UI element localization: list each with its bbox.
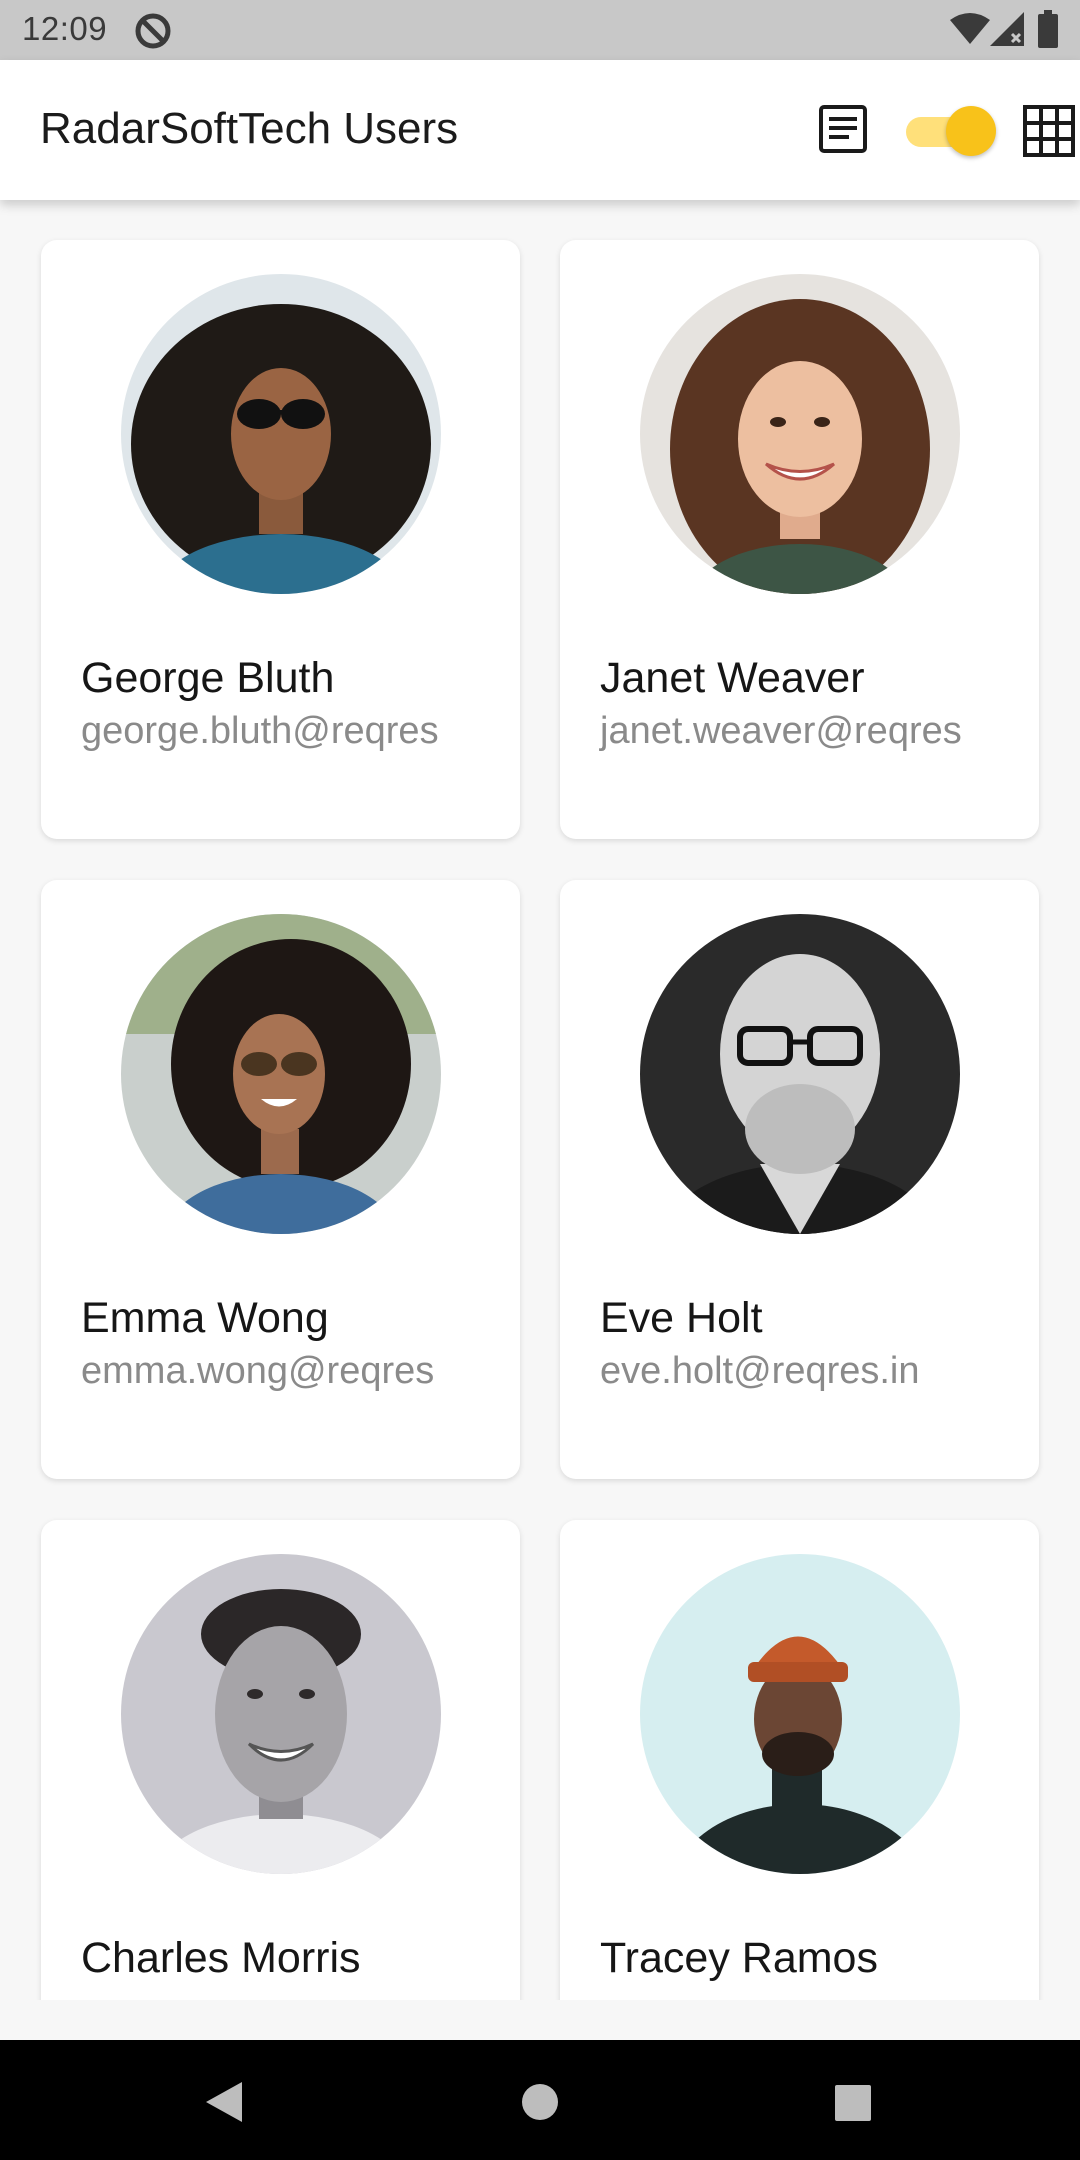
home-icon[interactable] <box>520 2082 560 2122</box>
list-view-icon[interactable] <box>818 104 868 154</box>
user-card[interactable]: Charles Morris <box>41 1520 520 2000</box>
user-email: eve.holt@reqres.in <box>600 1350 920 1392</box>
user-name: Charles Morris <box>81 1934 361 1982</box>
navigation-bar <box>0 2040 1080 2160</box>
user-avatar <box>121 274 441 594</box>
user-name: Eve Holt <box>600 1294 763 1342</box>
recents-icon[interactable] <box>834 2084 872 2122</box>
user-card[interactable]: Eve Holt eve.holt@reqres.in <box>560 880 1039 1479</box>
user-name: Tracey Ramos <box>600 1934 878 1982</box>
user-avatar <box>121 1554 441 1874</box>
signal-icon <box>990 12 1024 46</box>
back-icon[interactable] <box>204 2080 244 2124</box>
user-name: George Bluth <box>81 654 335 702</box>
user-card[interactable]: Tracey Ramos <box>560 1520 1039 2000</box>
user-avatar <box>640 914 960 1234</box>
user-email: janet.weaver@reqres <box>600 710 962 752</box>
app-title: RadarSoftTech Users <box>40 104 459 153</box>
status-bar: 12:09 <box>0 0 1080 60</box>
user-email: george.bluth@reqres <box>81 710 439 752</box>
app-bar: RadarSoftTech Users <box>0 60 1080 200</box>
grid-view-icon[interactable] <box>1022 104 1076 158</box>
toggle-thumb <box>946 106 996 156</box>
user-name: Janet Weaver <box>600 654 865 702</box>
battery-icon <box>1038 10 1058 48</box>
user-avatar <box>121 914 441 1234</box>
user-card[interactable]: Janet Weaver janet.weaver@reqres <box>560 240 1039 839</box>
user-avatar <box>640 1554 960 1874</box>
user-card[interactable]: Emma Wong emma.wong@reqres <box>41 880 520 1479</box>
wifi-icon <box>950 13 990 44</box>
view-toggle[interactable] <box>904 106 996 156</box>
user-grid[interactable]: George Bluth george.bluth@reqres Janet W… <box>0 200 1080 2000</box>
user-name: Emma Wong <box>81 1294 329 1342</box>
status-time: 12:09 <box>22 10 108 47</box>
user-card[interactable]: George Bluth george.bluth@reqres <box>41 240 520 839</box>
user-avatar <box>640 274 960 594</box>
user-email: emma.wong@reqres <box>81 1350 435 1392</box>
do-not-disturb-icon <box>135 13 171 49</box>
